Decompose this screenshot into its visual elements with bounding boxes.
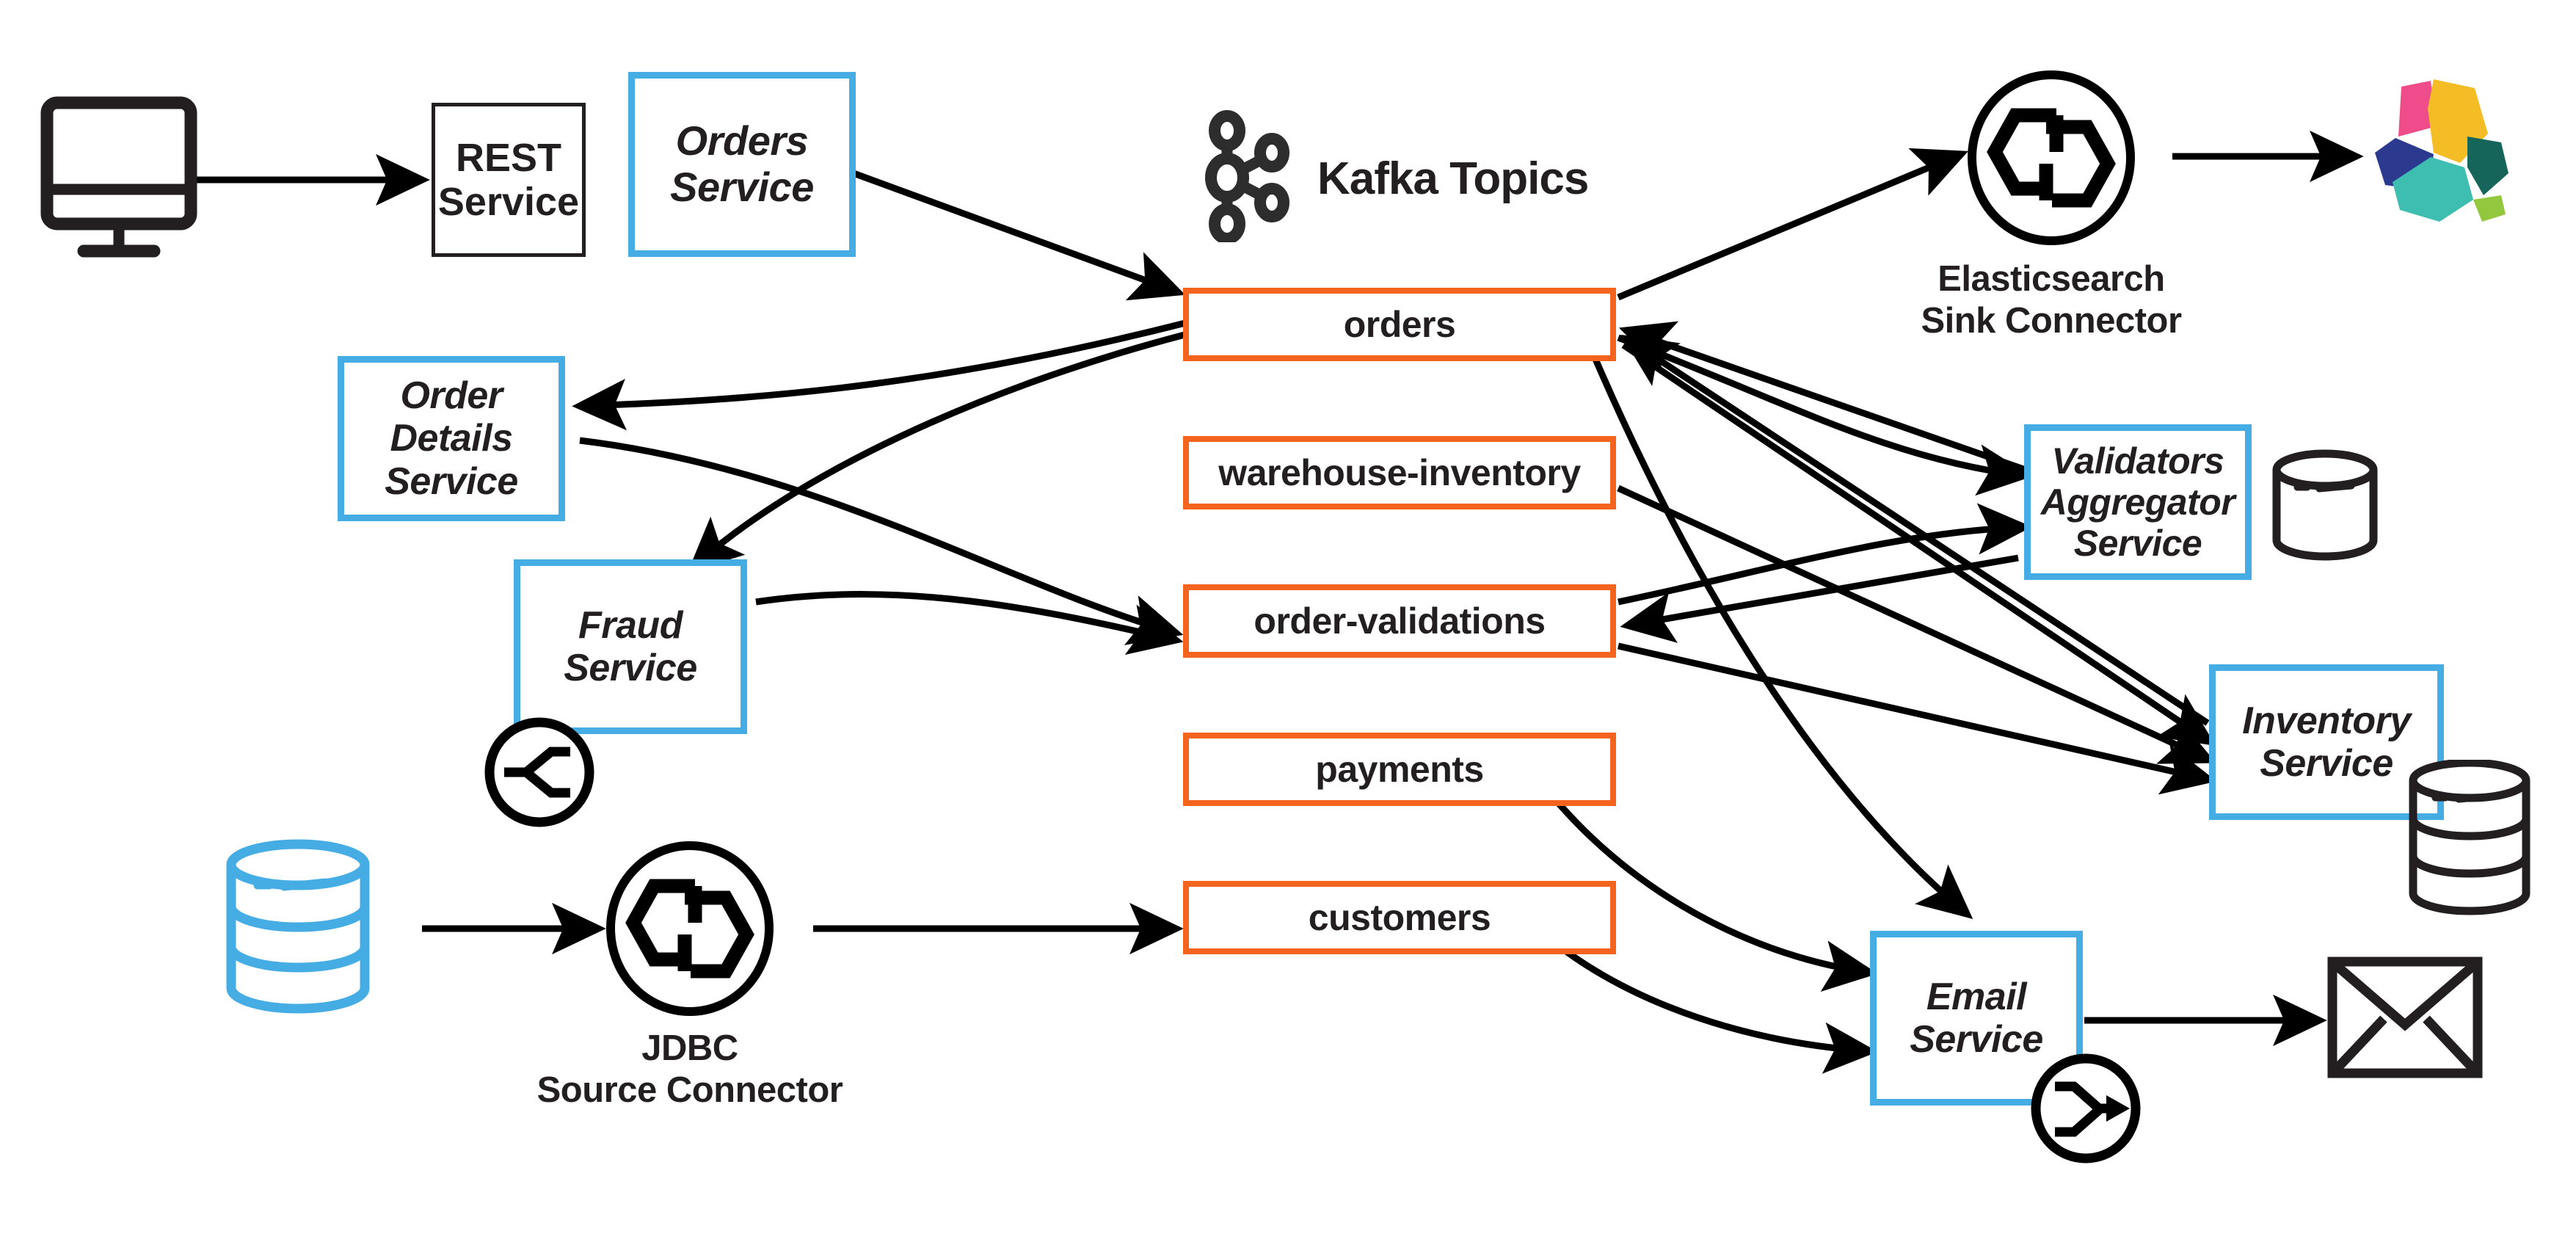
kafka-connect-icon <box>1960 70 2143 246</box>
database-cylinder-icon <box>2266 448 2384 565</box>
elasticsearch-logo-icon <box>2357 66 2519 224</box>
email-service-label: Email Service <box>1910 975 2043 1061</box>
edge-fraud-to-validations <box>755 591 1184 656</box>
database-stacked-cylinder-icon <box>2401 760 2548 923</box>
envelope-icon <box>2325 954 2485 1081</box>
topic-label: payments <box>1315 749 1484 790</box>
fraud-service-label: Fraud Service <box>564 603 697 689</box>
database-cylinder-icon <box>217 837 400 1020</box>
topic-label: orders <box>1343 304 1456 345</box>
rest-service-box[interactable]: REST Service <box>432 103 586 257</box>
kafka-streams-merge-icon <box>2027 1050 2144 1167</box>
elasticsearch-sink-connector-caption: Elasticsearch Sink Connector <box>1921 259 2182 341</box>
kafka-streams-branch-icon <box>481 714 598 831</box>
edge-validators-to-orders <box>1618 321 2027 473</box>
topic-label: warehouse-inventory <box>1218 452 1581 493</box>
edge-ordersservice-to-orders <box>852 170 1186 301</box>
inventory-service-label: Inventory Service <box>2242 699 2411 785</box>
edge-validators-to-validations <box>1620 554 2019 643</box>
jdbc-source-connector-caption: JDBC Source Connector <box>536 1028 843 1110</box>
topic-order-validations[interactable]: order-validations <box>1183 584 1616 658</box>
fraud-service-box[interactable]: Fraud Service <box>514 559 747 734</box>
topic-warehouse-inventory[interactable]: warehouse-inventory <box>1183 436 1616 509</box>
orders-service-box[interactable]: Orders Service <box>628 72 856 257</box>
validators-aggregator-service-label: Validators Aggregator Service <box>2040 440 2235 564</box>
topic-orders[interactable]: orders <box>1183 288 1616 361</box>
validators-aggregator-service-box[interactable]: Validators Aggregator Service <box>2024 424 2252 580</box>
architecture-diagram-canvas: REST Service Orders Service Kafka Topics <box>0 0 2576 1256</box>
order-details-service-label: Order Details Service <box>385 374 518 503</box>
kafka-logo-icon <box>1196 110 1299 242</box>
edge-orders-to-validators <box>1617 334 2032 496</box>
edge-orders-to-fraud <box>687 330 1189 573</box>
topic-label: customers <box>1308 897 1491 938</box>
topic-label: order-validations <box>1254 600 1546 642</box>
kafka-topics-title: Kafka Topics <box>1317 153 1589 204</box>
topic-customers[interactable]: customers <box>1183 881 1616 954</box>
kafka-connect-icon <box>598 841 782 1017</box>
order-details-service-box[interactable]: Order Details Service <box>338 356 565 521</box>
orders-service-label: Orders Service <box>670 117 814 210</box>
topic-payments[interactable]: payments <box>1183 733 1616 806</box>
edge-orders-to-orderdetails <box>572 319 1187 431</box>
rest-service-label: REST Service <box>437 135 580 224</box>
monitor-icon <box>38 95 211 261</box>
